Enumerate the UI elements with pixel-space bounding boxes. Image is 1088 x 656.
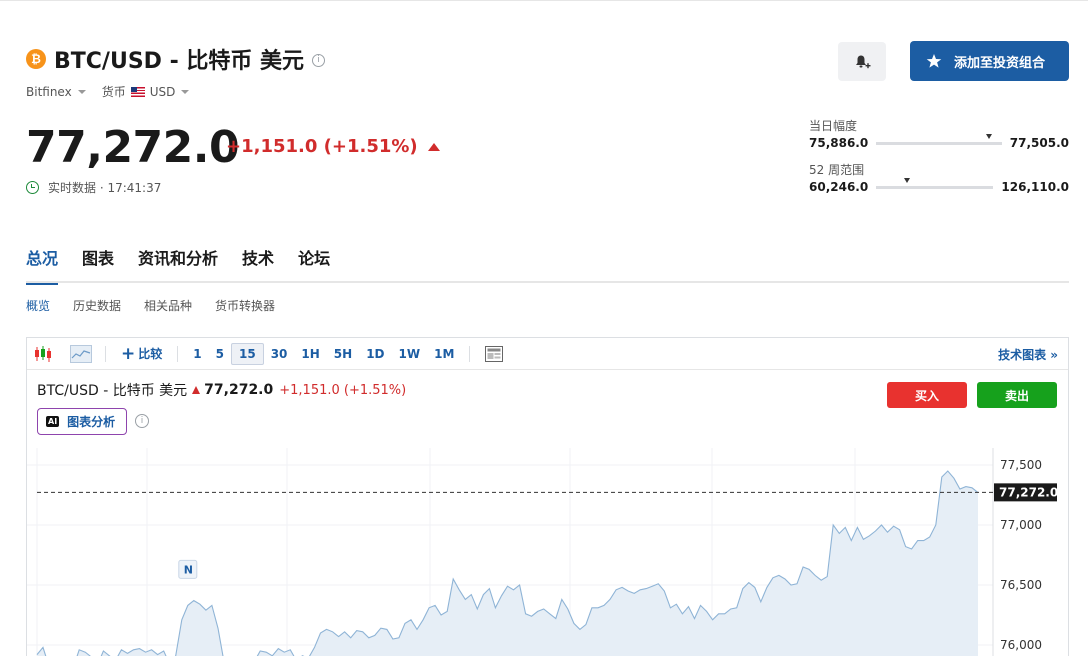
bitcoin-icon: ₿ bbox=[26, 49, 46, 69]
info-icon[interactable]: i bbox=[135, 414, 149, 428]
sell-button[interactable]: 卖出 bbox=[977, 382, 1057, 408]
chevron-down-icon[interactable] bbox=[77, 89, 86, 94]
subtab-historical-data[interactable]: 历史数据 bbox=[73, 297, 121, 314]
day-range-marker bbox=[986, 133, 993, 139]
chart-legend: BTC/USD - 比特币 美元 77,272.0 +1,151.0 (+1.5… bbox=[37, 380, 406, 400]
week52-range: 52 周范围 60,246.0 126,110.0 bbox=[809, 161, 1069, 194]
day-range-high: 77,505.0 bbox=[1009, 136, 1069, 150]
week52-range-label: 52 周范围 bbox=[809, 163, 865, 177]
bell-plus-icon bbox=[856, 55, 871, 68]
chart-widget: + 比较 1 5 15 30 1H 5H 1D 1W 1M 技术图表 » 77,… bbox=[26, 337, 1069, 656]
add-alert-button[interactable] bbox=[838, 42, 886, 81]
main-tabs: 总况 图表 资讯和分析 技术 论坛 bbox=[26, 245, 354, 285]
y-tick-label: 77,500 bbox=[1000, 458, 1042, 472]
currency-selector[interactable]: USD bbox=[150, 85, 176, 99]
day-range-bar bbox=[876, 133, 1002, 145]
subtab-overview[interactable]: 概览 bbox=[26, 297, 50, 314]
chart-change: +1,151.0 (+1.51%) bbox=[279, 382, 407, 398]
day-range: 当日幅度 75,886.0 77,505.0 bbox=[809, 117, 1069, 150]
currency-label: 货币 bbox=[101, 85, 126, 99]
last-price: 77,272.0 bbox=[26, 122, 240, 173]
realtime-status: 实时数据 · 17:41:37 bbox=[26, 179, 161, 196]
chart-instrument-name: BTC/USD - 比特币 美元 bbox=[37, 383, 188, 399]
news-marker-label: N bbox=[184, 563, 193, 576]
day-range-low: 75,886.0 bbox=[809, 136, 869, 150]
tab-forum[interactable]: 论坛 bbox=[298, 245, 330, 285]
subtab-converter[interactable]: 货币转换器 bbox=[215, 297, 275, 314]
week52-range-low: 60,246.0 bbox=[809, 180, 869, 194]
star-icon bbox=[926, 54, 942, 68]
price-change-value: +1,151.0 (+1.51%) bbox=[226, 136, 418, 157]
add-to-portfolio-button[interactable]: 添加至投资组合 bbox=[910, 41, 1069, 81]
buy-button[interactable]: 买入 bbox=[887, 382, 967, 408]
up-arrow-icon bbox=[192, 386, 201, 394]
clock-icon bbox=[26, 181, 39, 194]
y-tick-label: 77,000 bbox=[1000, 518, 1042, 532]
title-row: ₿ BTC/USD - 比特币 美元 i bbox=[26, 43, 326, 75]
current-price-tag-label: 77,272.00 bbox=[999, 485, 1067, 499]
week52-range-high: 126,110.0 bbox=[1001, 180, 1069, 194]
subtab-related[interactable]: 相关品种 bbox=[144, 297, 192, 314]
realtime-text: 实时数据 · 17:41:37 bbox=[48, 181, 162, 195]
ai-chart-analysis-label: 图表分析 bbox=[67, 415, 116, 429]
price-area-fill bbox=[37, 471, 978, 656]
chevron-down-icon[interactable] bbox=[181, 89, 190, 94]
ai-chart-analysis-button[interactable]: AI 图表分析 bbox=[37, 408, 127, 435]
tabs-divider bbox=[26, 281, 1069, 283]
page-title: BTC/USD - 比特币 美元 bbox=[54, 49, 305, 74]
y-tick-label: 76,000 bbox=[1000, 638, 1042, 652]
tab-chart[interactable]: 图表 bbox=[82, 245, 114, 285]
us-flag-icon bbox=[130, 86, 145, 97]
add-to-portfolio-label: 添加至投资组合 bbox=[954, 55, 1046, 71]
week52-range-marker bbox=[903, 177, 910, 183]
week52-range-bar bbox=[876, 177, 994, 189]
instrument-meta: Bitfinex 货币 USD bbox=[26, 83, 205, 100]
ai-icon: AI bbox=[46, 416, 60, 427]
day-range-label: 当日幅度 bbox=[809, 119, 858, 133]
info-icon[interactable]: i bbox=[312, 53, 326, 67]
up-arrow-icon bbox=[427, 142, 440, 151]
tab-technical[interactable]: 技术 bbox=[242, 245, 274, 285]
chart-price: 77,272.0 bbox=[204, 382, 274, 398]
y-tick-label: 76,500 bbox=[1000, 578, 1042, 592]
price-change: +1,151.0 (+1.51%) bbox=[226, 136, 440, 157]
sub-tabs: 概览 历史数据 相关品种 货币转换器 bbox=[26, 297, 298, 314]
top-divider bbox=[0, 0, 1088, 1]
tab-news-analysis[interactable]: 资讯和分析 bbox=[138, 245, 218, 285]
tab-overview[interactable]: 总况 bbox=[26, 245, 59, 285]
exchange-selector[interactable]: Bitfinex bbox=[26, 85, 72, 99]
